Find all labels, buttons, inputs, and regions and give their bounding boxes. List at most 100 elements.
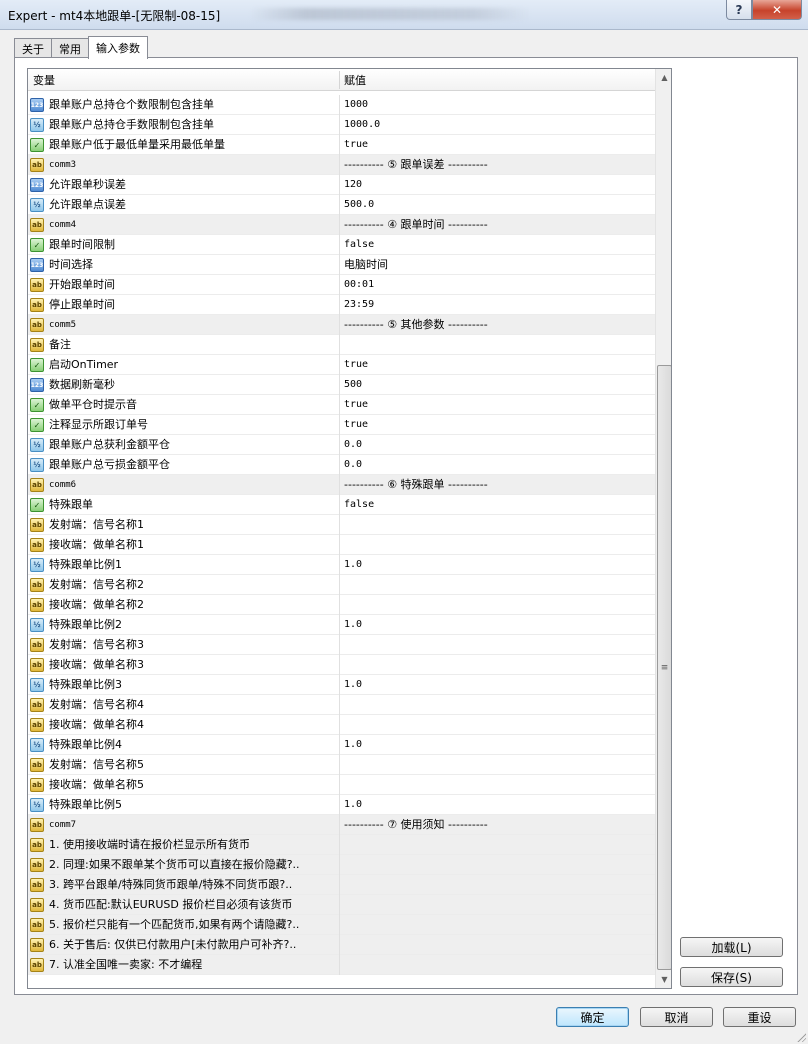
parameter-value[interactable]: [344, 335, 652, 355]
parameter-row[interactable]: ab 6. 关于售后: 仅供已付款用户[未付款用户可补齐?..: [28, 935, 655, 955]
parameter-value[interactable]: 23:59: [344, 295, 652, 315]
parameter-value[interactable]: 500: [344, 375, 652, 395]
parameter-row[interactable]: ab 4. 货币匹配:默认EURUSD 报价栏目必须有该货币: [28, 895, 655, 915]
column-header-variable[interactable]: 变量: [33, 69, 55, 91]
parameter-row[interactable]: ab 接收端：做单名称4: [28, 715, 655, 735]
parameter-row[interactable]: ✓ 跟单时间限制 false: [28, 235, 655, 255]
parameter-row[interactable]: ab comm3 ---------- ⑤ 跟单误差 ----------: [28, 155, 655, 175]
parameter-value[interactable]: 0.0: [344, 435, 652, 455]
parameter-value[interactable]: ---------- ⑤ 其他参数 ----------: [344, 315, 652, 335]
parameter-value[interactable]: 1.0: [344, 555, 652, 575]
column-header-value[interactable]: 赋值: [344, 69, 366, 91]
parameter-value[interactable]: [344, 515, 652, 535]
parameter-value[interactable]: [344, 715, 652, 735]
parameter-value[interactable]: 1.0: [344, 675, 652, 695]
parameter-value[interactable]: 00:01: [344, 275, 652, 295]
parameter-value[interactable]: 电脑时间: [344, 255, 652, 275]
parameter-row[interactable]: ½ 跟单账户总持仓手数限制包含挂单 1000.0: [28, 115, 655, 135]
parameter-row[interactable]: ab 3. 跨平台跟单/特殊同货币跟单/特殊不同货币跟?..: [28, 875, 655, 895]
parameter-row[interactable]: ½ 特殊跟单比例1 1.0: [28, 555, 655, 575]
parameter-value[interactable]: ---------- ④ 跟单时间 ----------: [344, 215, 652, 235]
parameter-value[interactable]: 1.0: [344, 735, 652, 755]
tab-common[interactable]: 常用: [51, 38, 89, 59]
parameter-row[interactable]: ab 发射端：信号名称5: [28, 755, 655, 775]
scroll-down-icon[interactable]: ▼: [656, 971, 671, 988]
parameter-row[interactable]: ✓ 特殊跟单 false: [28, 495, 655, 515]
scroll-up-icon[interactable]: ▲: [656, 69, 671, 86]
parameter-value[interactable]: true: [344, 135, 652, 155]
parameter-value[interactable]: [344, 875, 652, 895]
parameter-row[interactable]: ✓ 做单平仓时提示音 true: [28, 395, 655, 415]
parameter-row[interactable]: ✓ 注释显示所跟订单号 true: [28, 415, 655, 435]
parameter-value[interactable]: 500.0: [344, 195, 652, 215]
parameter-value[interactable]: ---------- ⑦ 使用须知 ----------: [344, 815, 652, 835]
vertical-scrollbar[interactable]: ▲ ≡ ▼: [655, 69, 671, 988]
parameter-row[interactable]: 123 数据刷新毫秒 500: [28, 375, 655, 395]
close-button[interactable]: ✕: [752, 0, 802, 20]
parameter-row[interactable]: ½ 特殊跟单比例2 1.0: [28, 615, 655, 635]
column-separator[interactable]: [339, 71, 340, 89]
parameter-row[interactable]: ab 备注: [28, 335, 655, 355]
parameter-row[interactable]: ab 发射端：信号名称1: [28, 515, 655, 535]
parameter-value[interactable]: [344, 695, 652, 715]
parameter-row[interactable]: ab comm5 ---------- ⑤ 其他参数 ----------: [28, 315, 655, 335]
parameter-row[interactable]: ½ 特殊跟单比例5 1.0: [28, 795, 655, 815]
save-button[interactable]: 保存(S): [680, 967, 783, 987]
parameter-value[interactable]: [344, 755, 652, 775]
parameter-row[interactable]: ab 发射端：信号名称3: [28, 635, 655, 655]
parameter-value[interactable]: true: [344, 395, 652, 415]
parameter-value[interactable]: [344, 895, 652, 915]
parameter-value[interactable]: 1000: [344, 95, 652, 115]
parameter-row[interactable]: 123 允许跟单秒误差 120: [28, 175, 655, 195]
load-button[interactable]: 加载(L): [680, 937, 783, 957]
parameter-value[interactable]: 1000.0: [344, 115, 652, 135]
parameter-value[interactable]: [344, 535, 652, 555]
parameter-row[interactable]: ab 开始跟单时间 00:01: [28, 275, 655, 295]
scroll-thumb[interactable]: ≡: [657, 365, 671, 970]
parameter-row[interactable]: ab 2. 同理:如果不跟单某个货币可以直接在报价隐藏?..: [28, 855, 655, 875]
parameter-row[interactable]: ✓ 启动OnTimer true: [28, 355, 655, 375]
parameter-value[interactable]: false: [344, 235, 652, 255]
cancel-button[interactable]: 取消: [640, 1007, 713, 1027]
parameter-value[interactable]: [344, 935, 652, 955]
parameter-row[interactable]: ½ 跟单账户总亏损金额平仓 0.0: [28, 455, 655, 475]
parameter-row[interactable]: ✓ 跟单账户低于最低单量采用最低单量 true: [28, 135, 655, 155]
parameter-row[interactable]: ab comm7 ---------- ⑦ 使用须知 ----------: [28, 815, 655, 835]
reset-button[interactable]: 重设: [723, 1007, 796, 1027]
parameter-row[interactable]: ab 接收端：做单名称2: [28, 595, 655, 615]
parameter-row[interactable]: ab 发射端：信号名称2: [28, 575, 655, 595]
parameter-value[interactable]: [344, 595, 652, 615]
parameter-value[interactable]: [344, 575, 652, 595]
parameter-row[interactable]: ½ 跟单账户总获利金额平仓 0.0: [28, 435, 655, 455]
parameter-row[interactable]: ab 发射端：信号名称4: [28, 695, 655, 715]
parameter-row[interactable]: 123 时间选择 电脑时间: [28, 255, 655, 275]
parameter-row[interactable]: ab 7. 认准全国唯一卖家: 不才编程: [28, 955, 655, 975]
help-button[interactable]: ?: [726, 0, 752, 20]
parameter-value[interactable]: true: [344, 355, 652, 375]
ok-button[interactable]: 确定: [556, 1007, 629, 1027]
parameter-row[interactable]: ab 1. 使用接收端时请在报价栏显示所有货币: [28, 835, 655, 855]
parameter-row[interactable]: ½ 特殊跟单比例3 1.0: [28, 675, 655, 695]
parameter-value[interactable]: 120: [344, 175, 652, 195]
parameter-value[interactable]: 0.0: [344, 455, 652, 475]
parameter-value[interactable]: 1.0: [344, 795, 652, 815]
parameter-row[interactable]: 123 跟单账户总持仓个数限制包含挂单 1000: [28, 95, 655, 115]
parameter-value[interactable]: [344, 835, 652, 855]
parameter-row[interactable]: ½ 允许跟单点误差 500.0: [28, 195, 655, 215]
parameter-row[interactable]: ab comm6 ---------- ⑥ 特殊跟单 ----------: [28, 475, 655, 495]
parameter-row[interactable]: ½ 特殊跟单比例4 1.0: [28, 735, 655, 755]
parameter-value[interactable]: [344, 655, 652, 675]
parameter-row[interactable]: ab 接收端：做单名称3: [28, 655, 655, 675]
parameter-value[interactable]: [344, 775, 652, 795]
parameter-row[interactable]: ab 接收端：做单名称1: [28, 535, 655, 555]
parameter-value[interactable]: [344, 855, 652, 875]
parameter-value[interactable]: false: [344, 495, 652, 515]
parameter-row[interactable]: ab 接收端：做单名称5: [28, 775, 655, 795]
resize-grip-icon[interactable]: [796, 1032, 806, 1042]
tab-inputs[interactable]: 输入参数: [88, 36, 148, 59]
parameter-value[interactable]: [344, 915, 652, 935]
parameter-value[interactable]: ---------- ⑤ 跟单误差 ----------: [344, 155, 652, 175]
parameter-value[interactable]: ---------- ⑥ 特殊跟单 ----------: [344, 475, 652, 495]
parameter-value[interactable]: true: [344, 415, 652, 435]
parameter-value[interactable]: [344, 955, 652, 975]
